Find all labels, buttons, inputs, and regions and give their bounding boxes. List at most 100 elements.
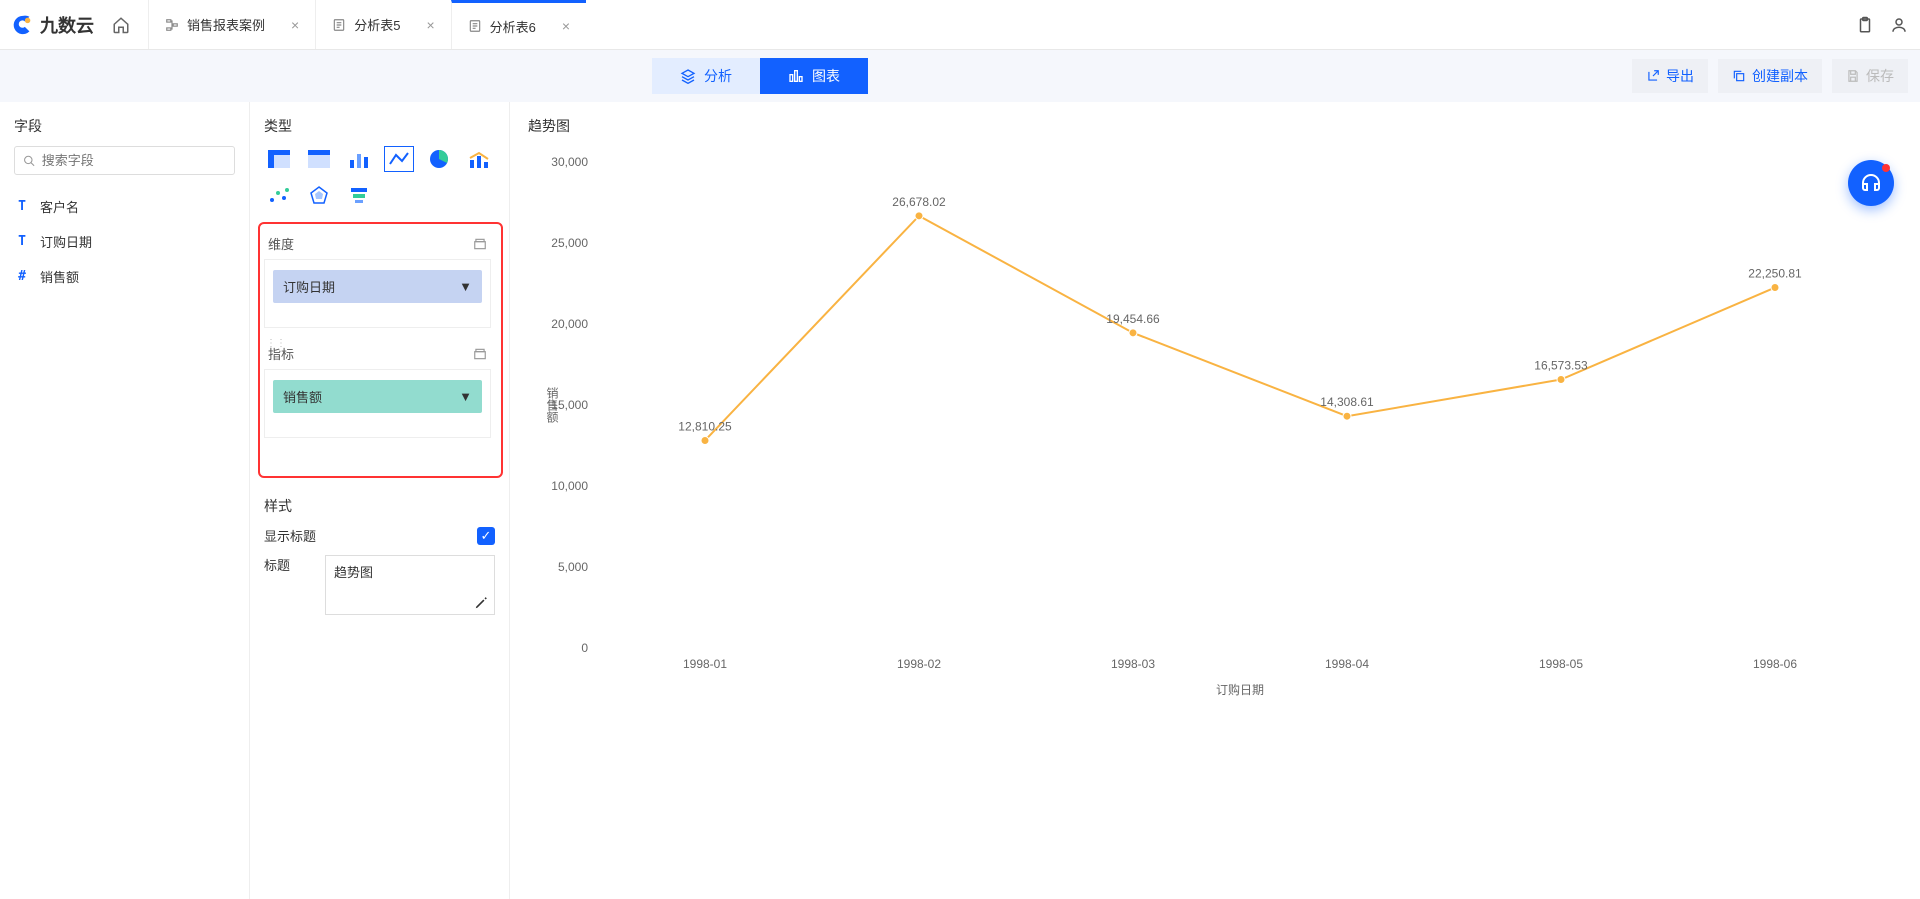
svg-text:订购日期: 订购日期 (1216, 682, 1264, 697)
chart-type-picker (264, 146, 495, 208)
svg-text:10,000: 10,000 (551, 479, 588, 493)
svg-text:30,000: 30,000 (551, 155, 588, 169)
mode-switch: 分析 图表 (652, 58, 868, 94)
dimension-section: 维度 订购日期 ▼ (264, 228, 491, 328)
archive-icon[interactable] (473, 237, 487, 251)
dimension-pill[interactable]: 订购日期 ▼ (273, 270, 482, 303)
field-label: 客户名 (40, 197, 79, 216)
copy-icon (1732, 69, 1746, 83)
svg-text:14,308.61: 14,308.61 (1320, 395, 1374, 409)
svg-text:0: 0 (581, 641, 588, 655)
svg-text:22,250.81: 22,250.81 (1748, 267, 1802, 281)
chart-type-pie[interactable] (424, 146, 454, 172)
dropdown-icon[interactable]: ▼ (459, 279, 472, 294)
chart-type-funnel[interactable] (344, 182, 374, 208)
config-panel: 类型 维度 订购日期 ▼ (250, 102, 510, 899)
dimension-title: 维度 (268, 234, 294, 253)
duplicate-label: 创建副本 (1752, 66, 1808, 86)
action-bar: 分析 图表 导出 创建副本 保存 (0, 50, 1920, 102)
duplicate-button[interactable]: 创建副本 (1718, 59, 1822, 93)
svg-text:1998-03: 1998-03 (1111, 657, 1155, 671)
headset-icon (1859, 171, 1883, 195)
brand-text: 九数云 (40, 12, 94, 38)
edit-icon[interactable] (474, 596, 488, 610)
export-icon (1646, 69, 1660, 83)
tab-label: 销售报表案例 (187, 15, 265, 34)
line-chart: 05,00010,00015,00020,00025,00030,0001998… (528, 142, 1902, 702)
save-icon (1846, 69, 1860, 83)
chart-type-grouped-table[interactable] (264, 146, 294, 172)
mode-analysis-button[interactable]: 分析 (652, 58, 760, 94)
number-type-icon: # (14, 269, 30, 284)
flow-icon (165, 18, 179, 32)
title-label: 标题 (264, 555, 290, 574)
home-icon[interactable] (112, 16, 130, 34)
style-section: 样式 显示标题 ✓ 标题 趋势图 (264, 496, 509, 615)
chart-type-bar[interactable] (344, 146, 374, 172)
close-icon[interactable]: × (562, 18, 570, 34)
svg-text:1998-05: 1998-05 (1539, 657, 1583, 671)
field-sales[interactable]: # 销售额 (14, 259, 235, 294)
svg-text:20,000: 20,000 (551, 317, 588, 331)
drag-handle-icon[interactable]: ⋮⋮ (266, 338, 286, 349)
chart-type-combo[interactable] (464, 146, 494, 172)
logo-icon (12, 14, 34, 36)
svg-text:1998-01: 1998-01 (683, 657, 727, 671)
indicator-pill[interactable]: 销售额 ▼ (273, 380, 482, 413)
notification-dot (1882, 164, 1890, 172)
dimension-value: 订购日期 (283, 277, 335, 296)
style-title: 样式 (264, 496, 495, 516)
archive-icon[interactable] (473, 347, 487, 361)
user-icon[interactable] (1890, 16, 1908, 34)
text-type-icon: T (14, 234, 30, 249)
fields-title: 字段 (14, 116, 235, 136)
chart-area: 05,00010,00015,00020,00025,00030,0001998… (528, 142, 1902, 702)
export-label: 导出 (1666, 66, 1694, 86)
title-input-value: 趋势图 (334, 565, 373, 580)
field-order-date[interactable]: T 订购日期 (14, 224, 235, 259)
svg-text:1998-04: 1998-04 (1325, 657, 1369, 671)
field-label: 订购日期 (40, 232, 92, 251)
text-type-icon: T (14, 199, 30, 214)
sheet-icon (468, 19, 482, 33)
tab-sales-report[interactable]: 销售报表案例 × (148, 0, 315, 49)
clipboard-icon[interactable] (1856, 16, 1874, 34)
export-button[interactable]: 导出 (1632, 59, 1708, 93)
close-icon[interactable]: × (426, 17, 434, 33)
tab-analysis-6[interactable]: 分析表6 × (451, 0, 586, 49)
svg-text:26,678.02: 26,678.02 (892, 195, 946, 209)
support-fab[interactable] (1848, 160, 1894, 206)
svg-text:1998-02: 1998-02 (897, 657, 941, 671)
save-button[interactable]: 保存 (1832, 59, 1908, 93)
indicator-section: ⋮⋮ 指标 销售额 ▼ (264, 338, 491, 438)
indicator-value: 销售额 (283, 387, 322, 406)
action-buttons: 导出 创建副本 保存 (1632, 59, 1908, 93)
svg-text:5,000: 5,000 (558, 560, 588, 574)
dimension-well[interactable]: 订购日期 ▼ (264, 259, 491, 328)
indicator-well[interactable]: 销售额 ▼ (264, 369, 491, 438)
search-input[interactable] (42, 153, 226, 168)
field-customer[interactable]: T 客户名 (14, 189, 235, 224)
chart-type-cross-table[interactable] (304, 146, 334, 172)
title-input[interactable]: 趋势图 (325, 555, 495, 615)
tab-label: 分析表6 (490, 17, 536, 36)
chart-title: 趋势图 (528, 116, 1902, 136)
search-field-box[interactable] (14, 146, 235, 175)
mode-label: 图表 (812, 66, 840, 86)
chart-type-line[interactable] (384, 146, 414, 172)
tab-analysis-5[interactable]: 分析表5 × (315, 0, 450, 49)
save-label: 保存 (1866, 66, 1894, 86)
search-icon (23, 154, 36, 168)
mode-chart-button[interactable]: 图表 (760, 58, 868, 94)
show-title-checkbox[interactable]: ✓ (477, 527, 495, 545)
chart-type-scatter[interactable] (264, 182, 294, 208)
chart-type-radar[interactable] (304, 182, 334, 208)
chart-icon (788, 68, 804, 84)
svg-text:19,454.66: 19,454.66 (1106, 312, 1160, 326)
topbar-actions (1856, 16, 1908, 34)
svg-text:25,000: 25,000 (551, 236, 588, 250)
svg-text:1998-06: 1998-06 (1753, 657, 1797, 671)
main-content: 字段 T 客户名 T 订购日期 # 销售额 类型 (0, 102, 1920, 899)
close-icon[interactable]: × (291, 17, 299, 33)
dropdown-icon[interactable]: ▼ (459, 389, 472, 404)
